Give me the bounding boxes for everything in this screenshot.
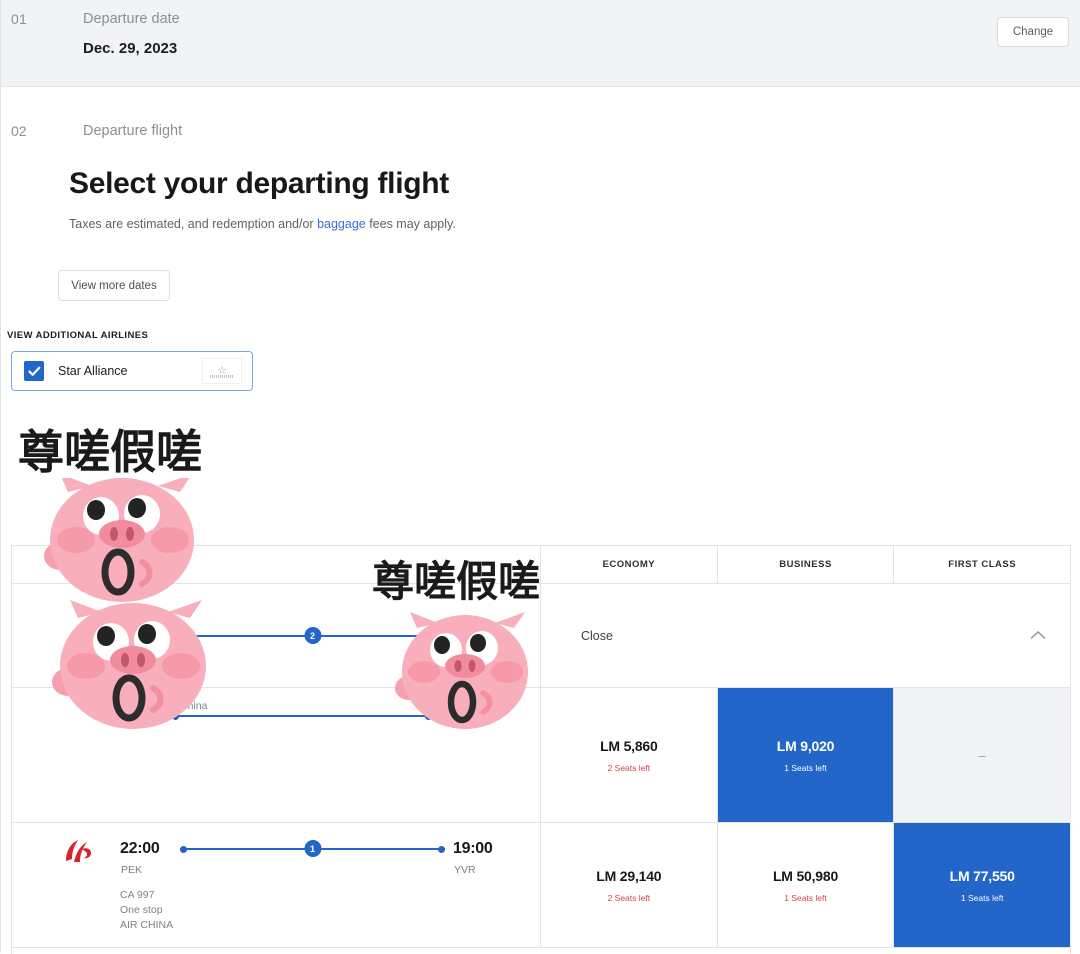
table-row: 2 19:00 YVR m China Close — [12, 583, 1070, 712]
chevron-up-icon[interactable] — [1030, 627, 1046, 645]
departure-airport-3: PEK — [121, 864, 143, 876]
air-china-logo-icon — [60, 837, 96, 867]
flight-number-3: CA 997 — [120, 889, 155, 901]
fare-cell-first-class-row-2: – — [894, 688, 1071, 822]
route-destination-dot — [425, 712, 432, 720]
fare-seats-left: 1 Seats left — [960, 892, 1004, 903]
star-alliance-checkbox[interactable] — [24, 361, 44, 381]
fare-price: LM 5,860 — [600, 737, 658, 754]
fare-cell-economy-row-2[interactable]: LM 5,860 2 Seats left — [541, 688, 718, 822]
table-header-spacer — [12, 546, 541, 583]
fare-cell-business-row-3[interactable]: LM 50,980 1 Seats left — [717, 823, 895, 947]
view-additional-airlines-title: VIEW ADDITIONAL AIRLINES — [7, 330, 149, 341]
route-destination-dot — [438, 845, 445, 853]
view-more-dates-button[interactable]: View more dates — [58, 270, 170, 301]
table-row: 22:00 PEK 1 19:00 YVR CA 997 One stop AI… — [12, 822, 1071, 947]
fare-price: LM 9,020 — [776, 737, 835, 754]
arrival-time-3: 19:00 — [453, 840, 493, 857]
stops-text-3: One stop — [120, 904, 163, 916]
fare-cell-first-class-row-3[interactable]: LM 77,550 1 Seats left — [894, 823, 1071, 947]
table-footer-spacer — [12, 948, 541, 954]
departure-time-3: 22:00 — [120, 840, 160, 857]
flight-summary-row-1[interactable]: 2 19:00 YVR m China — [12, 584, 541, 712]
close-row-button[interactable]: Close — [541, 584, 1070, 687]
fare-seats-left: 2 Seats left — [607, 892, 651, 903]
flight-summary-row-2[interactable] — [12, 688, 541, 822]
departure-date-band: 01 Departure date Dec. 29, 2023 Change — [0, 0, 1080, 87]
fare-cell-economy-row-3[interactable]: LM 29,140 2 Seats left — [541, 823, 718, 947]
route-line-1: 2 — [180, 627, 445, 644]
star-alliance-logo-icon: ☆ — [202, 358, 242, 384]
column-header-business: BUSINESS — [718, 546, 895, 583]
taxes-note: Taxes are estimated, and redemption and/… — [69, 217, 456, 231]
baggage-link[interactable]: baggage — [317, 217, 366, 231]
fare-seats-left: 1 Seats left — [784, 762, 827, 773]
route-destination-dot — [438, 632, 445, 640]
route-origin-dot — [180, 632, 187, 640]
step-01-number: 01 — [11, 11, 27, 27]
page-title: Select your departing flight — [69, 167, 449, 200]
fare-price: LM 29,140 — [596, 867, 662, 884]
route-line-3: 1 — [180, 840, 445, 857]
table-header-row: ECONOMY BUSINESS FIRST CLASS — [12, 546, 1070, 583]
airline-name-3: AIR CHINA — [120, 919, 174, 931]
route-line-2 — [172, 710, 432, 722]
column-header-economy: ECONOMY — [541, 546, 718, 583]
route-line-bar — [172, 715, 432, 717]
arrival-time-1: 19:00 — [442, 644, 482, 661]
arrival-airport-1: YVR — [443, 668, 465, 680]
step-02-label: Departure flight — [83, 123, 183, 139]
fare-seats-left: 2 Seats left — [607, 762, 651, 773]
logo-underline — [210, 375, 234, 378]
stops-badge: 1 — [304, 840, 321, 857]
star-alliance-filter[interactable]: Star Alliance ☆ — [11, 351, 253, 391]
arrival-airport-3: YVR — [454, 864, 476, 876]
stops-badge: 2 — [304, 627, 321, 644]
step-01-label: Departure date — [83, 11, 180, 27]
flight-results-table: ECONOMY BUSINESS FIRST CLASS 2 19:00 YVR… — [11, 545, 1071, 954]
fare-price: LM 77,550 — [949, 867, 1015, 884]
close-label: Close — [581, 628, 613, 643]
fare-price: LM 50,980 — [772, 867, 839, 884]
table-row: LM 5,860 2 Seats left LM 9,020 1 Seats l… — [12, 687, 1071, 822]
fare-seats-left: 1 Seats left — [784, 892, 827, 903]
fare-cell-business-row-2[interactable]: LM 9,020 1 Seats left — [717, 688, 895, 822]
table-footer: Continue Flight total: LM 86,570 + US$ 3… — [12, 947, 1070, 954]
flight-summary-row-3[interactable]: 22:00 PEK 1 19:00 YVR CA 997 One stop AI… — [12, 823, 541, 947]
departure-flight-section: 02 Departure flight Select your departin… — [0, 87, 1080, 954]
column-header-first-class: FIRST CLASS — [948, 559, 1017, 570]
taxes-note-after: fees may apply. — [365, 217, 456, 231]
flight-selection-page: 01 Departure date Dec. 29, 2023 Change 0… — [0, 0, 1080, 954]
departure-date-value: Dec. 29, 2023 — [83, 40, 178, 57]
route-origin-dot — [180, 845, 187, 853]
route-origin-dot — [172, 712, 179, 720]
continue-area: Continue Flight total: LM 86,570 + US$ 3… — [541, 948, 1070, 954]
change-button[interactable]: Change — [997, 17, 1069, 47]
fare-unavailable: – — [978, 747, 986, 763]
taxes-note-before: Taxes are estimated, and redemption and/… — [69, 217, 318, 231]
star-alliance-label: Star Alliance — [58, 364, 128, 378]
step-02-number: 02 — [11, 123, 27, 139]
